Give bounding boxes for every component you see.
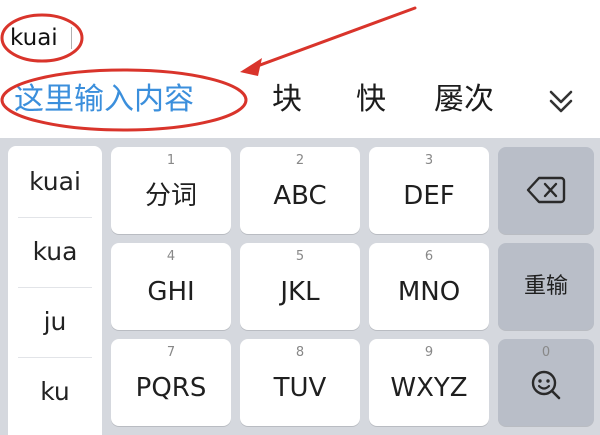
candidate-2[interactable]: 块 [272, 80, 302, 120]
key-number: 6 [424, 249, 434, 264]
key-0-emoji[interactable]: 0 [498, 339, 594, 426]
key-label: PQRS [135, 373, 207, 403]
key-number: 2 [295, 153, 305, 168]
key-label: 分词 [144, 181, 197, 211]
pinyin-option[interactable]: ku [8, 358, 102, 426]
key-label: WXYZ [390, 373, 468, 403]
key-number: 0 [541, 345, 551, 360]
candidate-bar: 这里输入内容 块 快 屡次 [0, 62, 600, 138]
key-number: 4 [166, 249, 176, 264]
retype-label: 重输 [523, 274, 568, 299]
key-number: 7 [166, 345, 176, 360]
key-number: 9 [424, 345, 434, 360]
composition-text: kuai [10, 25, 58, 51]
candidate-4[interactable]: 屡次 [434, 80, 494, 120]
key-number: 3 [424, 153, 434, 168]
pinyin-option[interactable]: kua [8, 218, 102, 286]
key-label: ABC [273, 181, 327, 211]
key-label: MNO [397, 277, 461, 307]
key-label: TUV [273, 373, 327, 403]
retype-button[interactable]: 重输 [498, 243, 594, 330]
backspace-icon [526, 176, 566, 204]
emoji-search-icon [531, 370, 561, 400]
pinyin-option-list: kuai kua ju ku [8, 146, 102, 435]
key-3[interactable]: 3 DEF [369, 147, 489, 234]
backspace-button[interactable] [498, 147, 594, 234]
candidate-3[interactable]: 快 [356, 80, 386, 120]
key-label: JKL [280, 277, 320, 307]
key-label: DEF [403, 181, 455, 211]
key-2[interactable]: 2 ABC [240, 147, 360, 234]
key-7[interactable]: 7 PQRS [111, 339, 231, 426]
key-1[interactable]: 1 分词 [111, 147, 231, 234]
key-8[interactable]: 8 TUV [240, 339, 360, 426]
key-5[interactable]: 5 JKL [240, 243, 360, 330]
chevron-double-down-icon[interactable] [544, 84, 578, 118]
candidate-1[interactable]: 这里输入内容 [14, 80, 194, 120]
key-number: 5 [295, 249, 305, 264]
key-label: GHI [147, 277, 195, 307]
key-6[interactable]: 6 MNO [369, 243, 489, 330]
pinyin-option[interactable]: ju [8, 288, 102, 356]
t9-keyboard: kuai kua ju ku 1 分词 2 ABC 3 DEF 4 GHI 5 … [0, 138, 600, 435]
key-4[interactable]: 4 GHI [111, 243, 231, 330]
key-number: 8 [295, 345, 305, 360]
composition-bar: kuai [0, 0, 600, 62]
text-caret [71, 27, 72, 49]
key-9[interactable]: 9 WXYZ [369, 339, 489, 426]
key-number: 1 [166, 153, 176, 168]
pinyin-option[interactable]: kuai [8, 148, 102, 216]
